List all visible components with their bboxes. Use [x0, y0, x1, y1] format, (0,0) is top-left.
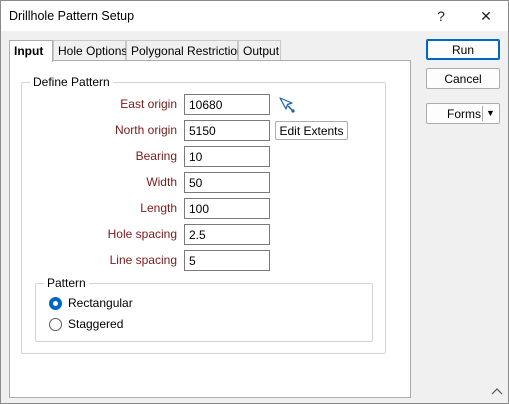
tab-input[interactable]: Input — [9, 40, 53, 62]
cancel-button[interactable]: Cancel — [426, 68, 500, 89]
dialog-window: Drillhole Pattern Setup ? ✕ Input Hole O… — [0, 0, 509, 404]
cancel-label: Cancel — [444, 71, 482, 86]
chevron-up-icon[interactable] — [490, 385, 504, 397]
east-origin-input[interactable] — [184, 94, 270, 115]
staggered-option[interactable]: Staggered — [49, 317, 123, 331]
run-label: Run — [451, 42, 474, 57]
help-button[interactable]: ? — [419, 1, 463, 31]
length-input[interactable] — [184, 198, 270, 219]
hole-spacing-input[interactable] — [184, 224, 270, 245]
run-button[interactable]: Run — [426, 39, 500, 60]
rectangular-option[interactable]: Rectangular — [49, 296, 133, 310]
define-pattern-legend: Define Pattern — [30, 75, 113, 89]
line-spacing-label: Line spacing — [109, 253, 177, 267]
help-icon: ? — [437, 8, 445, 24]
north-origin-label: North origin — [114, 123, 177, 137]
tab-output[interactable]: Output — [238, 40, 281, 61]
width-input[interactable] — [184, 172, 270, 193]
pick-point-icon[interactable] — [278, 96, 296, 114]
title-bar: Drillhole Pattern Setup ? ✕ — [1, 1, 508, 31]
tab-polygonal-restriction[interactable]: Polygonal Restriction — [126, 40, 244, 61]
window-title: Drillhole Pattern Setup — [9, 9, 135, 23]
input-tab-panel: Define Pattern East origin North origin … — [9, 60, 411, 398]
close-icon: ✕ — [480, 7, 492, 24]
forms-label: Forms — [447, 106, 481, 121]
chevron-down-icon[interactable]: ▼ — [486, 105, 495, 122]
pattern-legend: Pattern — [44, 276, 89, 290]
edit-extents-button[interactable]: Edit Extents — [275, 121, 348, 140]
define-pattern-group: Define Pattern East origin North origin … — [21, 75, 386, 354]
rectangular-radio[interactable] — [49, 296, 62, 310]
staggered-label: Staggered — [68, 317, 124, 331]
north-origin-input[interactable] — [184, 120, 270, 141]
staggered-radio[interactable] — [49, 317, 62, 331]
hole-spacing-label: Hole spacing — [107, 227, 177, 241]
bearing-label: Bearing — [135, 149, 177, 163]
length-label: Length — [140, 201, 177, 215]
east-origin-label: East origin — [120, 97, 177, 111]
close-button[interactable]: ✕ — [464, 1, 508, 31]
width-label: Width — [146, 175, 177, 189]
rectangular-label: Rectangular — [68, 296, 133, 310]
line-spacing-input[interactable] — [184, 250, 270, 271]
bearing-input[interactable] — [184, 146, 270, 167]
pattern-group: Pattern Rectangular Staggered — [35, 276, 373, 342]
tab-hole-options[interactable]: Hole Options — [53, 40, 127, 61]
forms-divider — [482, 106, 483, 121]
forms-button[interactable]: Forms ▼ — [426, 103, 500, 124]
